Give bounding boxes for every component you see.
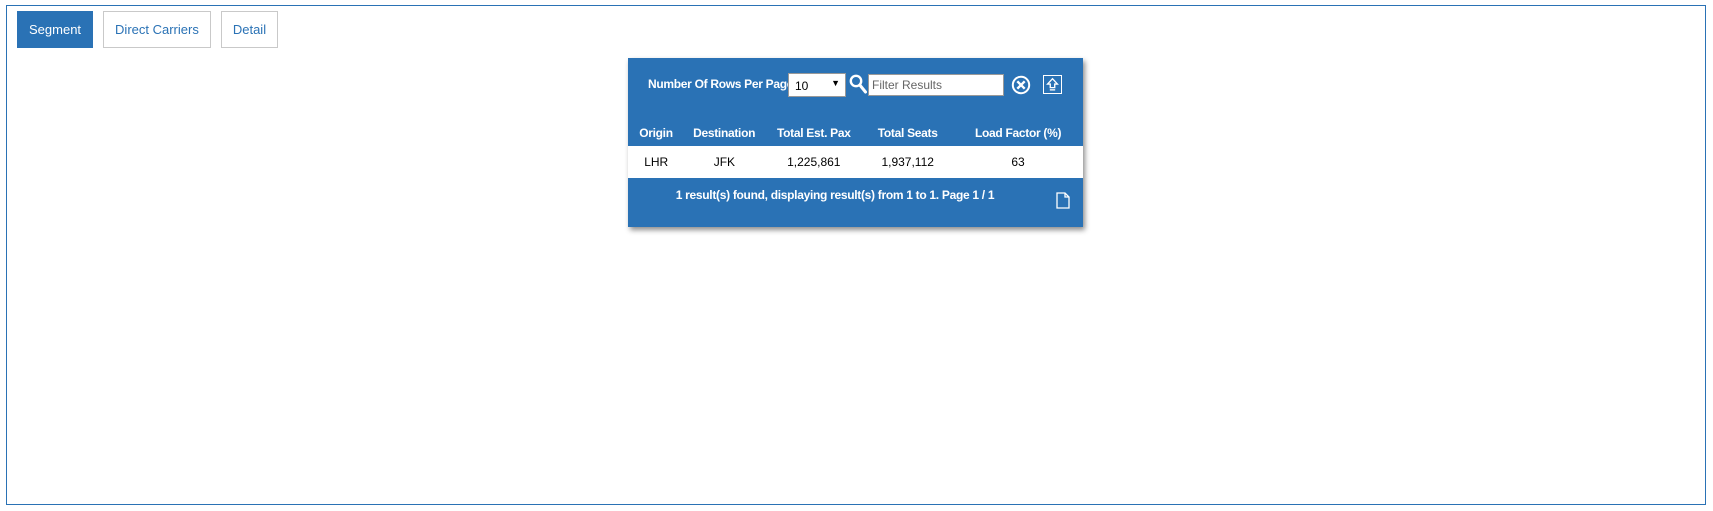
column-header-load-factor[interactable]: Load Factor (%): [953, 120, 1083, 146]
results-panel: Number Of Rows Per Page 10 ▼ Filter Resu…: [628, 58, 1083, 227]
results-summary: 1 result(s) found, displaying result(s) …: [675, 188, 995, 202]
cell-total-est-pax: 1,225,861: [765, 146, 863, 178]
document-icon[interactable]: [1056, 192, 1070, 209]
cell-origin: LHR: [628, 146, 684, 178]
export-up-icon[interactable]: [1043, 75, 1062, 94]
column-header-total-est-pax[interactable]: Total Est. Pax: [765, 120, 862, 146]
tab-segment[interactable]: Segment: [17, 11, 94, 48]
rows-per-page-select[interactable]: 10 ▼: [788, 73, 846, 97]
table-toolbar: Number Of Rows Per Page 10 ▼: [648, 73, 1075, 99]
tab-direct-carriers[interactable]: Direct Carriers: [103, 11, 211, 48]
table-row[interactable]: LHR JFK 1,225,861 1,937,112 63: [628, 146, 1083, 178]
column-header-origin[interactable]: Origin: [629, 120, 684, 146]
results-table: Origin Destination Total Est. Pax Total …: [628, 120, 1083, 178]
cell-load-factor: 63: [953, 146, 1083, 178]
tab-detail[interactable]: Detail: [220, 11, 279, 48]
cell-destination: JFK: [683, 146, 766, 178]
cell-total-seats: 1,937,112: [862, 146, 954, 178]
search-icon[interactable]: [849, 74, 867, 94]
rows-per-page-value: 10: [795, 79, 809, 93]
table-header-row: Origin Destination Total Est. Pax Total …: [629, 120, 1084, 146]
clear-icon[interactable]: [1011, 75, 1031, 95]
column-header-destination[interactable]: Destination: [683, 120, 765, 146]
filter-results-input[interactable]: [868, 74, 1004, 96]
column-header-total-seats[interactable]: Total Seats: [862, 120, 953, 146]
dropdown-arrow-icon: ▼: [831, 78, 840, 88]
tab-bar: Segment Direct Carriers Detail: [17, 11, 279, 48]
rows-per-page-label: Number Of Rows Per Page: [648, 77, 794, 91]
